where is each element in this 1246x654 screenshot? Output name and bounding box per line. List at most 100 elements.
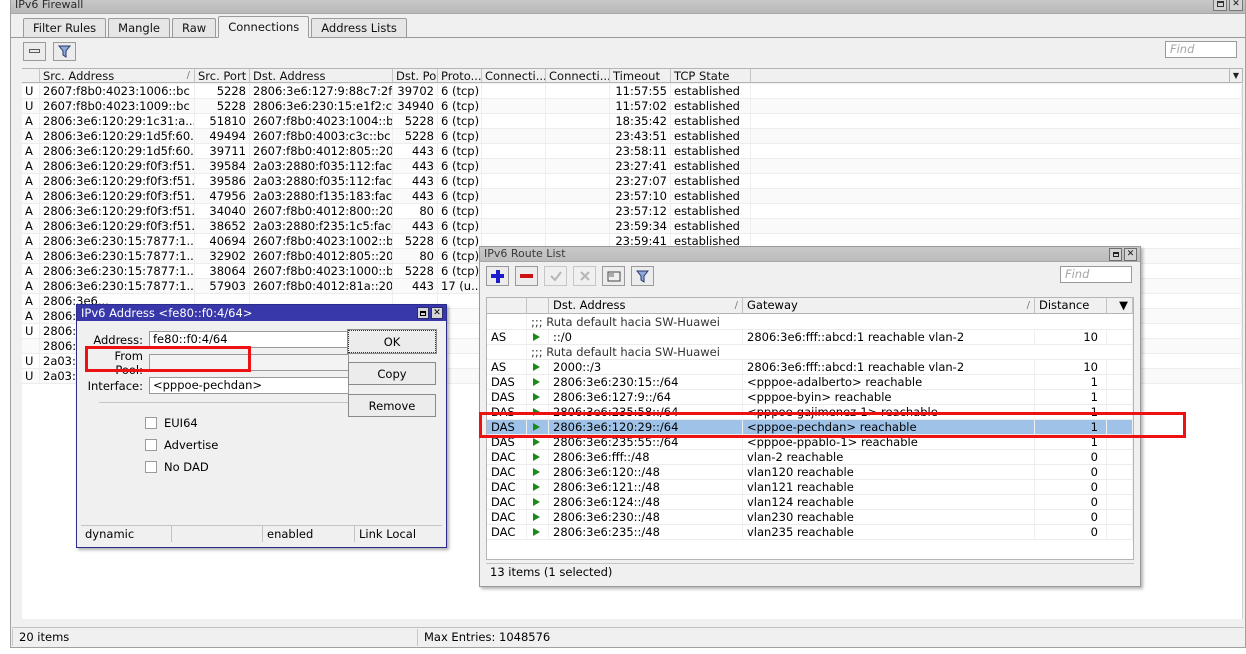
from-pool-input[interactable]: [149, 354, 349, 371]
table-row[interactable]: A2806:3e6:120:29:1d5f:60...494942607:f8b…: [22, 129, 1242, 144]
col-src-port[interactable]: Src. Port: [195, 69, 250, 82]
table-row[interactable]: DAC2806:3e6:230::/48vlan230 reachable0: [487, 510, 1133, 525]
route-col-flag[interactable]: [487, 298, 527, 313]
remove-button[interactable]: Remove: [348, 394, 436, 417]
cell-gateway: vlan121 reachable: [743, 480, 1035, 494]
cell-flag: [487, 315, 527, 329]
cell-dst-address: 2806:3e6:127:9::/64: [549, 390, 743, 404]
table-row[interactable]: A2806:3e6:120:29:f0f3:f51...340402607:f8…: [22, 204, 1242, 219]
col-timeout[interactable]: Timeout: [610, 69, 671, 82]
column-chooser-button[interactable]: ▼: [1229, 68, 1243, 83]
tab-filter-rules[interactable]: Filter Rules: [23, 18, 106, 37]
advertise-checkbox-row[interactable]: Advertise: [87, 434, 436, 456]
table-row[interactable]: A2806:3e6:120:29:f0f3:f51...479562a03:28…: [22, 189, 1242, 204]
route-comment-row[interactable]: ;;; Ruta default hacia SW-Huawei: [487, 345, 1133, 360]
table-row[interactable]: A2806:3e6:120:29:1d5f:60...397112607:f8b…: [22, 144, 1242, 159]
disable-icon: [578, 269, 592, 283]
route-col-gateway-label: Gateway: [747, 298, 798, 312]
table-row[interactable]: DAS2806:3e6:127:9::/64<pppoe-byin> reach…: [487, 390, 1133, 405]
tab-connections[interactable]: Connections: [218, 16, 309, 38]
ok-button[interactable]: OK: [348, 330, 436, 353]
cell-src: 2806:3e6:120:29:1d5f:60...: [40, 129, 195, 144]
cell-dst-address: 2806:3e6:120::/48: [549, 465, 743, 479]
advertise-checkbox[interactable]: [145, 439, 157, 451]
table-row[interactable]: A2806:3e6:120:29:f0f3:f51...386522a03:28…: [22, 219, 1242, 234]
cell-flag: DAC: [487, 525, 527, 539]
no-dad-checkbox[interactable]: [145, 461, 157, 473]
table-row[interactable]: A2806:3e6:120:29:1c31:a...518102607:f8b0…: [22, 114, 1242, 129]
triangle-right-icon: [533, 498, 540, 506]
cell-tcp_state: established: [671, 189, 751, 204]
sort-ascending-icon: /: [1027, 298, 1030, 313]
tab-mangle[interactable]: Mangle: [108, 18, 170, 37]
tab-address-lists[interactable]: Address Lists: [311, 18, 407, 37]
table-row[interactable]: DAC2806:3e6:235::/48vlan235 reachable0: [487, 525, 1133, 540]
close-icon[interactable]: ✕: [431, 307, 443, 319]
table-row[interactable]: DAS2806:3e6:120:29::/64<pppoe-pechdan> r…: [487, 420, 1133, 435]
filter-route-button[interactable]: [631, 266, 654, 286]
table-row[interactable]: DAC2806:3e6:fff::/48vlan-2 reachable0: [487, 450, 1133, 465]
address-input[interactable]: fe80::f0:4/64: [149, 331, 349, 348]
table-row[interactable]: DAC2806:3e6:120::/48vlan120 reachable0: [487, 465, 1133, 480]
table-row[interactable]: A2806:3e6:120:29:f0f3:f51...395862a03:28…: [22, 174, 1242, 189]
col-src-address[interactable]: Src. Address /: [40, 69, 195, 82]
route-find-input[interactable]: Find: [1060, 266, 1132, 283]
table-row[interactable]: DAC2806:3e6:121::/48vlan121 reachable0: [487, 480, 1133, 495]
col-connection-2[interactable]: Connecti...: [546, 69, 610, 82]
table-row[interactable]: A2806:3e6:120:29:f0f3:f51...395842a03:28…: [22, 159, 1242, 174]
disable-route-button[interactable]: [573, 266, 596, 286]
route-title: IPv6 Route List: [484, 247, 566, 261]
route-col-gateway[interactable]: Gateway /: [743, 298, 1035, 313]
filter-button[interactable]: [53, 42, 76, 61]
close-icon[interactable]: ✕: [1229, 0, 1243, 11]
route-col-distance[interactable]: Distance: [1035, 298, 1107, 313]
copy-button[interactable]: Copy: [348, 362, 436, 385]
cell-filler: [1107, 495, 1133, 509]
no-dad-checkbox-row[interactable]: No DAD: [87, 456, 436, 478]
col-dst-address[interactable]: Dst. Address: [250, 69, 393, 82]
route-col-chooser[interactable]: ▼: [1107, 298, 1133, 313]
remove-route-button[interactable]: [515, 266, 538, 286]
route-active-icon: [527, 525, 549, 539]
enable-route-button[interactable]: [544, 266, 567, 286]
interface-input[interactable]: <pppoe-pechdan>: [149, 377, 349, 394]
maximize-icon[interactable]: [1213, 0, 1227, 11]
cell-flag: U: [22, 369, 40, 384]
find-input[interactable]: Find: [1165, 41, 1237, 58]
table-row[interactable]: U2607:f8b0:4023:1006::bc52282806:3e6:127…: [22, 84, 1242, 99]
route-col-dst-address[interactable]: Dst. Address /: [549, 298, 743, 313]
add-route-button[interactable]: [486, 266, 509, 286]
firewall-statusbar: 20 items Max Entries: 1048576: [12, 627, 1244, 646]
maximize-icon[interactable]: [417, 307, 429, 319]
form-divider: [99, 402, 351, 403]
table-row[interactable]: DAS2806:3e6:235:55::/64<pppoe-ppablo-1> …: [487, 435, 1133, 450]
triangle-right-icon: [533, 528, 540, 536]
table-row[interactable]: AS::/02806:3e6:fff::abcd:1 reachable vla…: [487, 330, 1133, 345]
table-row[interactable]: DAS2806:3e6:235:58::/64<pppoe-gajimenez-…: [487, 405, 1133, 420]
cell-flag: A: [22, 249, 40, 264]
route-comment-row[interactable]: ;;; Ruta default hacia SW-Huawei: [487, 315, 1133, 330]
tab-raw[interactable]: Raw: [172, 18, 216, 37]
route-titlebar[interactable]: IPv6 Route List ✕: [480, 247, 1140, 262]
col-connection-1[interactable]: Connecti...: [482, 69, 546, 82]
firewall-titlebar[interactable]: IPv6 Firewall ✕: [11, 0, 1245, 14]
comment-route-button[interactable]: [602, 266, 625, 286]
window-ipv6-address: IPv6 Address <fe80::f0:4/64> ✕ Address: …: [76, 304, 447, 548]
col-flag[interactable]: [22, 69, 40, 82]
col-dst-port[interactable]: Dst. Port: [393, 69, 438, 82]
table-row[interactable]: DAS2806:3e6:230:15::/64<pppoe-adalberto>…: [487, 375, 1133, 390]
table-row[interactable]: DAC2806:3e6:124::/48vlan124 reachable0: [487, 495, 1133, 510]
maximize-icon[interactable]: [1109, 248, 1122, 261]
table-row[interactable]: AS2000::/32806:3e6:fff::abcd:1 reachable…: [487, 360, 1133, 375]
eui64-checkbox[interactable]: [145, 417, 157, 429]
table-row[interactable]: U2607:f8b0:4023:1009::bc52282806:3e6:230…: [22, 99, 1242, 114]
remove-connection-button[interactable]: [23, 42, 46, 61]
cell-sport: 49494: [195, 129, 250, 144]
close-icon[interactable]: ✕: [1124, 248, 1137, 261]
cell-distance: 1: [1035, 420, 1107, 434]
col-protocol[interactable]: Proto...: [438, 69, 482, 82]
cell-con1: [482, 114, 546, 129]
col-tcp-state[interactable]: TCP State: [671, 69, 751, 82]
address-dialog-buttons: OK Copy Remove: [348, 330, 436, 426]
address-titlebar[interactable]: IPv6 Address <fe80::f0:4/64> ✕: [77, 305, 446, 321]
